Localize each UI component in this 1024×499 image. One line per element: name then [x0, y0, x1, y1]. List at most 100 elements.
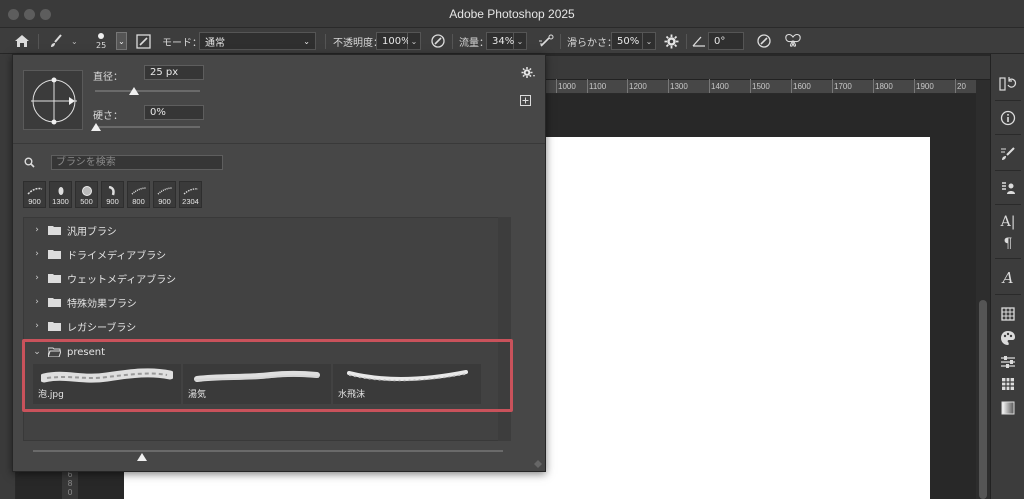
hardness-label: 硬さ：: [93, 111, 123, 122]
document-tab-bar: [546, 56, 990, 80]
brush-tip-icon: [98, 32, 105, 39]
table-icon[interactable]: [997, 304, 1019, 324]
info-icon[interactable]: [997, 108, 1019, 128]
size-slider-thumb[interactable]: [129, 87, 139, 95]
chevron-right-icon[interactable]: ›: [30, 273, 44, 283]
chevron-down-icon: ⌄: [116, 32, 127, 50]
recent-brush-size: 900: [158, 197, 171, 206]
ruler-tick: 1400: [711, 82, 729, 91]
hardness-field[interactable]: 0%: [144, 105, 204, 120]
search-icon: [24, 157, 35, 171]
chevron-right-icon[interactable]: ›: [30, 297, 44, 307]
ruler-tick: 1700: [834, 82, 852, 91]
ruler-tick: 20: [957, 82, 966, 91]
flow-field[interactable]: 34% ⌄: [486, 28, 527, 54]
new-preset-icon[interactable]: [520, 95, 531, 109]
clone-source-icon[interactable]: [997, 178, 1019, 198]
angle-field[interactable]: 0°: [708, 28, 744, 54]
recent-brush[interactable]: 2304: [179, 181, 202, 208]
chevron-right-icon[interactable]: ›: [30, 321, 44, 331]
hardness-slider-thumb[interactable]: [91, 123, 101, 131]
recent-brush-size: 900: [106, 197, 119, 206]
brush-folder[interactable]: › ウェットメディアブラシ: [24, 266, 499, 290]
brush-folder[interactable]: › 汎用ブラシ: [24, 218, 499, 242]
flow-label: 流量：: [459, 37, 489, 49]
smoothing-label: 滑らかさ：: [567, 37, 617, 49]
brush-stroke-preview: [183, 188, 199, 195]
recent-brush-size: 900: [28, 197, 41, 206]
smoothing-options-gear-icon[interactable]: [664, 28, 679, 54]
brush-folder-label: 汎用ブラシ: [67, 226, 117, 238]
brush-stroke-preview: [82, 186, 92, 196]
brush-preset-picker: 直径： 25 px 硬さ： 0% ブラシを検索 900 1300 500 900…: [12, 54, 546, 472]
recent-brush[interactable]: 1300: [49, 181, 72, 208]
ruler-tick: 1200: [629, 82, 647, 91]
opacity-value: 100%: [382, 35, 411, 47]
ruler-tick: 1300: [670, 82, 688, 91]
gradients-icon[interactable]: [997, 398, 1019, 418]
size-slider[interactable]: [95, 90, 200, 92]
app-title: Adobe Photoshop 2025: [449, 7, 575, 21]
chevron-right-icon[interactable]: ›: [30, 225, 44, 235]
pressure-size-icon[interactable]: [756, 28, 772, 54]
opacity-field[interactable]: 100% ⌄: [376, 28, 421, 54]
brush-settings-gear-icon[interactable]: [521, 66, 535, 82]
folder-icon: [48, 226, 61, 235]
flow-value: 34%: [492, 35, 515, 47]
right-panel-dock: A| ¶ A: [990, 54, 1024, 499]
recent-brush[interactable]: 900: [153, 181, 176, 208]
resize-grip-icon[interactable]: [533, 459, 543, 472]
ruler-tick: 1100: [589, 82, 607, 91]
brush-settings-icon[interactable]: [997, 144, 1019, 164]
brush-settings-panel-icon[interactable]: [136, 28, 151, 54]
folder-icon: [48, 298, 61, 307]
recent-brush[interactable]: 800: [127, 181, 150, 208]
chevron-down-icon[interactable]: ⌄: [514, 32, 527, 50]
symmetry-butterfly-icon[interactable]: [784, 28, 802, 54]
size-label: 直径：: [93, 72, 123, 83]
chevron-right-icon[interactable]: ›: [30, 249, 44, 259]
recent-brush-size: 2304: [182, 197, 199, 206]
size-field[interactable]: 25 px: [144, 65, 204, 80]
swatches-icon[interactable]: [997, 374, 1019, 394]
history-icon[interactable]: [997, 74, 1019, 94]
vertical-scroll-thumb[interactable]: [979, 300, 987, 499]
angle-icon: [692, 28, 706, 54]
folder-icon: [48, 274, 61, 283]
recent-brush[interactable]: 500: [75, 181, 98, 208]
color-palette-icon[interactable]: [997, 328, 1019, 348]
brush-angle-preview[interactable]: [23, 70, 83, 130]
recent-brush[interactable]: 900: [23, 181, 46, 208]
pressure-opacity-icon[interactable]: [430, 28, 446, 54]
smoothing-field[interactable]: 50% ⌄: [611, 28, 656, 54]
ruler-tick: 1600: [793, 82, 811, 91]
highlight-annotation: [22, 339, 513, 412]
smoothing-value: 50%: [617, 35, 640, 47]
brush-folder[interactable]: › 特殊効果ブラシ: [24, 290, 499, 314]
tool-preset-chevron-icon[interactable]: ⌄: [71, 28, 78, 54]
brush-folder[interactable]: › ドライメディアブラシ: [24, 242, 499, 266]
brush-search-input[interactable]: ブラシを検索: [51, 155, 223, 170]
hardness-slider[interactable]: [95, 126, 200, 128]
brush-size-picker[interactable]: 25: [96, 28, 106, 54]
adjustments-icon[interactable]: [997, 352, 1019, 372]
thumbnail-size-slider[interactable]: [33, 450, 503, 452]
brush-picker-dropdown-button[interactable]: ⌄: [116, 28, 127, 54]
brush-folder[interactable]: › レガシーブラシ: [24, 314, 499, 338]
mode-select[interactable]: 通常 ⌄: [199, 28, 316, 54]
recent-brush[interactable]: 900: [101, 181, 124, 208]
glyphs-icon[interactable]: A: [997, 268, 1019, 288]
brush-size-value: 25: [96, 40, 107, 50]
paragraph-icon[interactable]: ¶: [997, 234, 1019, 254]
chevron-down-icon[interactable]: ⌄: [643, 32, 656, 50]
thumbnail-size-slider-thumb[interactable]: [137, 453, 147, 461]
character-icon[interactable]: A|: [997, 212, 1019, 232]
folder-icon: [48, 322, 61, 331]
home-icon[interactable]: [14, 28, 30, 54]
chevron-down-icon[interactable]: ⌄: [408, 32, 421, 50]
airbrush-icon[interactable]: [538, 28, 556, 54]
brush-folder-label: レガシーブラシ: [67, 322, 137, 334]
brush-stroke-preview: [108, 186, 115, 196]
brush-tool-icon[interactable]: [48, 28, 64, 54]
chevron-down-icon: ⌄: [303, 36, 310, 46]
